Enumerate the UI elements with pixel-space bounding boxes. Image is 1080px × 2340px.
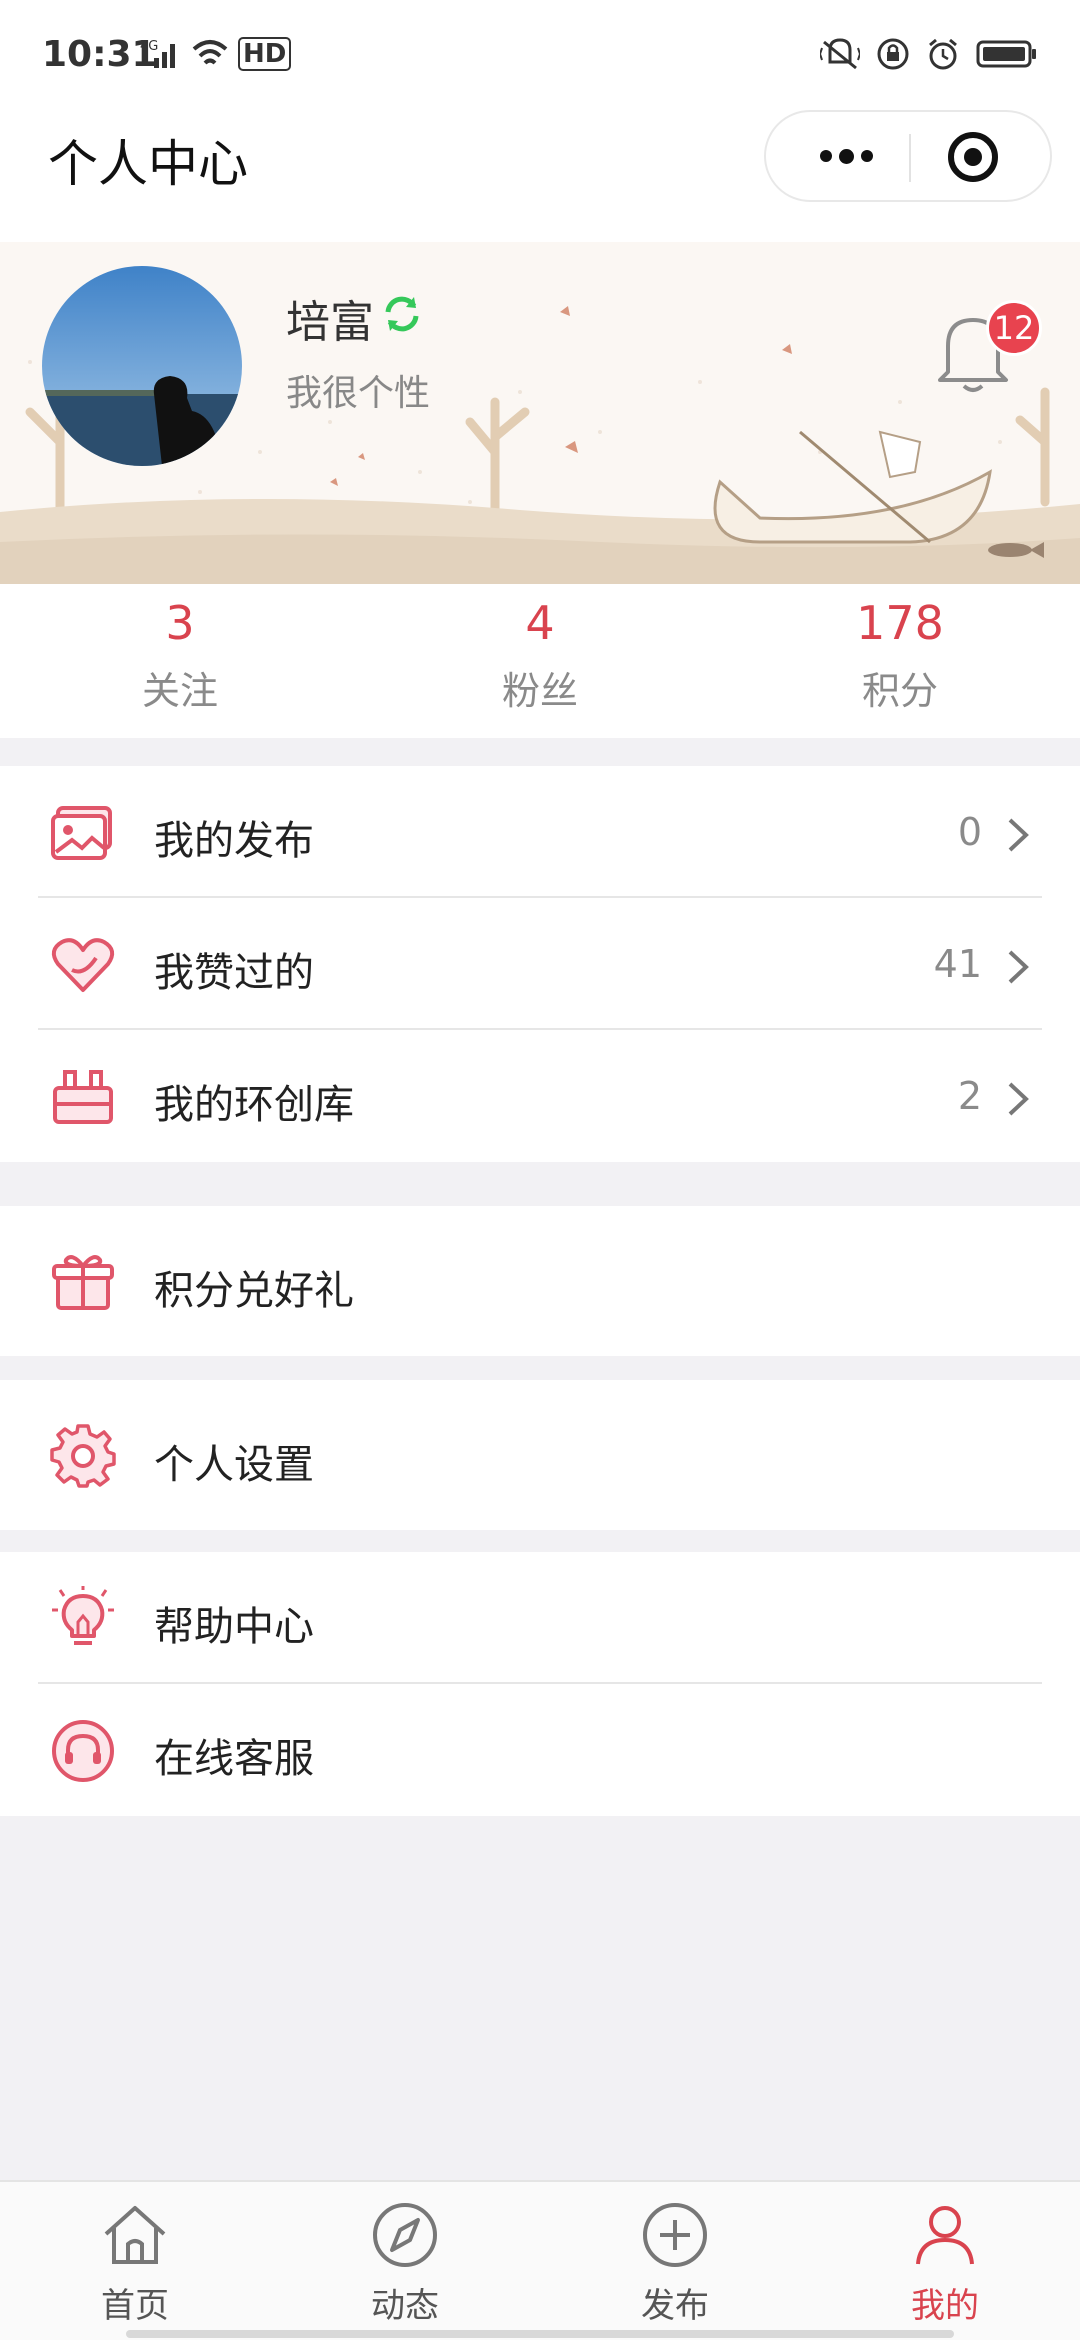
page-title: 个人中心: [48, 135, 248, 193]
headset-icon: [52, 1720, 114, 1782]
profile-banner: 培富 我很个性 12: [0, 242, 1080, 584]
heart-icon: [51, 938, 115, 992]
mini-program-capsule: [764, 110, 1052, 202]
menu-group-support: 帮助中心 在线客服: [0, 1552, 1080, 1816]
stat-following[interactable]: 3 关注: [0, 584, 360, 738]
chevron-right-icon: [1008, 1082, 1029, 1116]
gift-icon: [52, 1255, 114, 1310]
lock-rotation-icon: [877, 38, 909, 70]
menu-item-my-posts[interactable]: 我的发布 0: [0, 766, 1080, 898]
tab-activity[interactable]: 动态: [270, 2182, 540, 2340]
tab-publish[interactable]: 发布: [540, 2182, 810, 2340]
menu-item-label: 我的环创库: [154, 1082, 354, 1128]
stats-bar: 3 关注 4 粉丝 178 积分: [0, 584, 1080, 738]
menu-item-customer-service[interactable]: 在线客服: [0, 1684, 1080, 1816]
toolbox-icon: [53, 1070, 113, 1124]
avatar[interactable]: [42, 266, 242, 466]
status-bar: 10:31 4G HD: [0, 0, 1080, 110]
tab-label: 发布: [641, 2286, 709, 2326]
username: 培富: [286, 297, 374, 348]
menu-item-label: 帮助中心: [154, 1604, 314, 1650]
stat-followers[interactable]: 4 粉丝: [360, 584, 720, 738]
user-signature: 我很个性: [286, 373, 431, 414]
chevron-right-icon: [1008, 818, 1029, 852]
more-menu-button[interactable]: [806, 112, 886, 200]
tab-home[interactable]: 首页: [0, 2182, 270, 2340]
stat-label: 粉丝: [501, 669, 578, 713]
menu-item-redeem-gifts[interactable]: 积分兑好礼: [0, 1206, 1080, 1356]
stat-value: 4: [525, 596, 555, 650]
menu-item-label: 积分兑好礼: [154, 1268, 354, 1314]
wifi-icon: [192, 40, 228, 65]
vibrate-icon: [820, 38, 860, 70]
notification-badge: 12: [986, 300, 1042, 356]
hd-icon: HD: [238, 37, 292, 71]
cellular-signal-icon: 4G: [140, 39, 175, 68]
menu-group-rewards: 积分兑好礼: [0, 1206, 1080, 1356]
stat-label: 积分: [861, 669, 938, 713]
network-type-label: 4G: [140, 39, 158, 54]
tab-me[interactable]: 我的: [810, 2182, 1080, 2340]
menu-item-liked[interactable]: 我赞过的 41: [0, 898, 1080, 1030]
menu-item-label: 个人设置: [154, 1442, 314, 1488]
home-indicator[interactable]: [126, 2330, 954, 2338]
gallery-icon: [51, 806, 112, 860]
lightbulb-icon: [52, 1586, 114, 1645]
menu-group-settings: 个人设置: [0, 1380, 1080, 1530]
user-icon: [916, 2206, 974, 2265]
close-mini-program-button[interactable]: [946, 130, 1000, 184]
plus-circle-icon: [643, 2203, 707, 2267]
tab-label: 动态: [371, 2286, 439, 2326]
compass-icon: [373, 2203, 437, 2267]
home-icon: [104, 2206, 166, 2264]
menu-item-personal-settings[interactable]: 个人设置: [0, 1380, 1080, 1530]
stat-value: 3: [165, 596, 195, 650]
gear-icon: [50, 1424, 116, 1488]
menu-item-library[interactable]: 我的环创库 2: [0, 1030, 1080, 1162]
menu-item-help-center[interactable]: 帮助中心: [0, 1552, 1080, 1684]
sync-icon: [385, 296, 419, 332]
more-dot-icon: [838, 148, 854, 164]
menu-item-label: 我的发布: [154, 818, 314, 864]
stat-value: 178: [856, 596, 944, 650]
more-dot-icon: [860, 150, 873, 162]
stat-label: 关注: [141, 669, 218, 713]
avatar-photo: [42, 266, 242, 466]
menu-item-count: 2: [957, 1074, 982, 1118]
tab-label: 我的: [911, 2286, 979, 2326]
chevron-right-icon: [1008, 950, 1029, 984]
menu-item-count: 0: [957, 810, 982, 854]
alarm-icon: [929, 38, 957, 70]
menu-item-count: 41: [933, 942, 982, 986]
menu-group-content: 我的发布 0 我赞过的 41 我的环创库 2: [0, 766, 1080, 1162]
capsule-divider: [909, 134, 911, 182]
menu-item-label: 在线客服: [154, 1736, 314, 1782]
battery-icon: [976, 40, 1036, 68]
stat-points[interactable]: 178 积分: [720, 584, 1080, 738]
bottom-tab-bar: 首页 动态 发布 我的: [0, 2180, 1080, 2340]
menu-item-label: 我赞过的: [154, 950, 314, 996]
tab-label: 首页: [101, 2286, 169, 2326]
nav-bar: 个人中心: [0, 110, 1080, 242]
more-dot-icon: [819, 150, 832, 162]
